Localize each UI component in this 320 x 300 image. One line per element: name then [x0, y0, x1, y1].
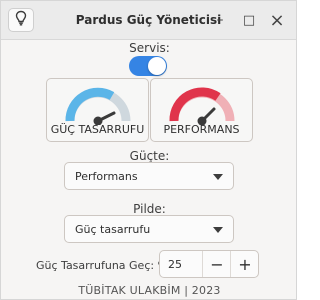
title-bar: Pardus Güç Yöneticisi – □ ×	[1, 1, 296, 40]
footer-credit: TÜBİTAK ULAKBİM | 2023	[78, 284, 221, 297]
performance-label: PERFORMANS	[163, 123, 240, 136]
battery-label: Pilde:	[133, 202, 166, 216]
close-button[interactable]: ×	[266, 9, 288, 31]
plugged-mode-value: Performans	[75, 170, 138, 183]
gauge-high-icon	[169, 87, 235, 125]
threshold-spinbutton[interactable]: 25 − +	[159, 250, 259, 278]
plugged-mode-dropdown[interactable]: Performans	[64, 162, 234, 190]
lightbulb-icon	[15, 10, 27, 30]
menu-button[interactable]	[8, 8, 34, 32]
app-window: Pardus Güç Yöneticisi – □ × Servis: GÜÇ …	[0, 0, 297, 300]
service-label: Servis:	[129, 41, 170, 55]
increment-button[interactable]: +	[230, 251, 259, 277]
chevron-down-icon	[213, 227, 223, 233]
threshold-value[interactable]: 25	[168, 258, 182, 271]
service-toggle[interactable]	[129, 56, 167, 76]
decrement-button[interactable]: −	[202, 251, 231, 277]
maximize-button[interactable]: □	[238, 9, 260, 31]
toggle-knob	[148, 57, 166, 75]
power-saver-label: GÜÇ TASARRUFU	[50, 123, 145, 136]
gauge-low-icon	[65, 87, 131, 125]
minimize-button[interactable]: –	[209, 9, 231, 31]
performance-mode-button[interactable]: PERFORMANS	[150, 78, 253, 142]
power-saver-mode-button[interactable]: GÜÇ TASARRUFU	[46, 78, 149, 142]
battery-mode-value: Güç tasarrufu	[75, 223, 151, 236]
threshold-label: Güç Tasarrufuna Geç: %	[36, 259, 169, 272]
battery-mode-dropdown[interactable]: Güç tasarrufu	[64, 215, 234, 243]
plugged-label: Güçte:	[129, 149, 170, 163]
chevron-down-icon	[213, 174, 223, 180]
